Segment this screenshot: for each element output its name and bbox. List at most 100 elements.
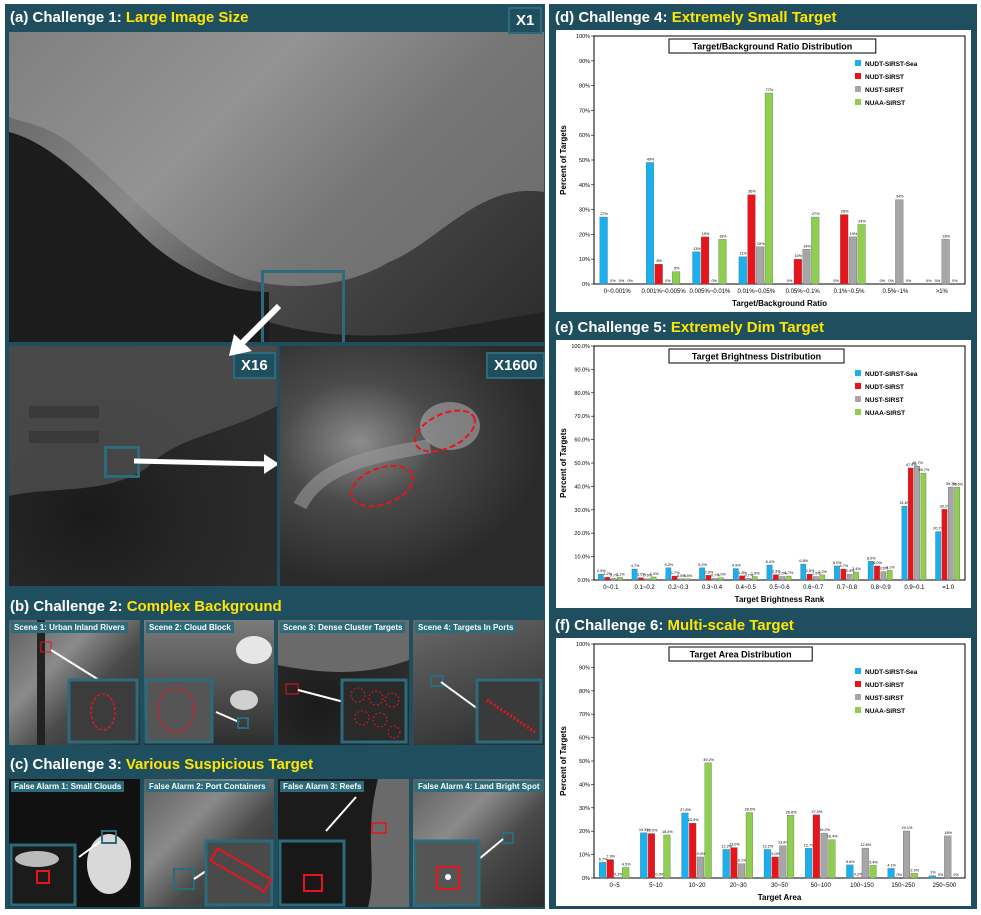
y-tick-label: 40% bbox=[579, 183, 590, 189]
bar bbox=[599, 862, 607, 879]
data-label: 39.6% bbox=[952, 482, 963, 486]
data-label: 2.2% bbox=[818, 570, 827, 574]
data-label: 19.2% bbox=[819, 828, 830, 832]
y-tick-label: 60% bbox=[579, 736, 590, 742]
x-tick-label: 0.001%~0.005% bbox=[641, 289, 686, 295]
data-label: 0% bbox=[953, 873, 959, 877]
legend-entry: NUST-SIRST bbox=[865, 397, 904, 404]
data-label: 10% bbox=[795, 254, 803, 258]
data-label: 28.0% bbox=[744, 807, 755, 811]
data-label: 18% bbox=[944, 831, 952, 835]
y-tick-label: 100% bbox=[576, 34, 590, 40]
bar bbox=[678, 578, 684, 581]
legend-entry: NUDT-SIRST-Sea bbox=[865, 371, 918, 378]
x-tick-label: 10~20 bbox=[689, 883, 707, 889]
bar bbox=[599, 216, 608, 285]
data-label: 6.0% bbox=[873, 561, 882, 565]
legend-entry: NUDT-SIRST bbox=[865, 74, 904, 81]
false-alarm-1-image bbox=[9, 779, 140, 907]
y-axis-label: Percent of Targets bbox=[559, 726, 568, 796]
y-tick-label: 20.0% bbox=[574, 531, 590, 537]
bar bbox=[696, 856, 704, 879]
bar bbox=[785, 575, 792, 581]
y-tick-label: 10.0% bbox=[574, 555, 590, 561]
data-label: 8.0% bbox=[867, 556, 876, 560]
y-tick-label: 100% bbox=[576, 642, 590, 648]
x-tick-label: 0.1%~0.5% bbox=[834, 289, 866, 295]
data-label: 0% bbox=[935, 279, 941, 283]
x-tick-label: 250~500 bbox=[933, 883, 957, 889]
bar bbox=[846, 864, 854, 879]
bar bbox=[640, 832, 648, 879]
data-label: 28% bbox=[841, 210, 849, 214]
data-label: 1.0% bbox=[717, 573, 726, 577]
x-tick-label: >1% bbox=[936, 289, 949, 295]
bar bbox=[646, 162, 655, 285]
data-label: 1.7% bbox=[785, 571, 794, 575]
data-label: 13% bbox=[693, 247, 701, 251]
x-tick-label: 0~0.001% bbox=[604, 289, 632, 295]
data-label: 9.0% bbox=[697, 852, 706, 856]
bar bbox=[920, 472, 927, 581]
data-label: 26.8% bbox=[786, 810, 797, 814]
bar bbox=[779, 576, 785, 581]
y-axis-label: Percent of Targets bbox=[559, 428, 568, 498]
data-label: 0% bbox=[787, 279, 793, 283]
bar bbox=[928, 875, 936, 879]
legend-swatch bbox=[855, 60, 861, 66]
x-axis-label: Target/Background Ratio bbox=[732, 299, 827, 308]
data-label: 14% bbox=[803, 244, 811, 248]
data-label: 5.4% bbox=[869, 860, 878, 864]
zoom-tag-x1: X1 bbox=[508, 7, 543, 34]
x-tick-label: 0.5%~1% bbox=[883, 289, 910, 295]
bar bbox=[887, 868, 895, 879]
y-tick-label: 40% bbox=[579, 782, 590, 788]
data-label: 27% bbox=[812, 212, 820, 216]
false-alarm-3-image bbox=[278, 779, 409, 907]
data-label: 48.7% bbox=[912, 461, 923, 465]
data-label: 19% bbox=[702, 232, 710, 236]
x-tick-label: 0.6~0.7 bbox=[803, 585, 824, 591]
data-label: 6.8% bbox=[799, 559, 808, 563]
y-tick-label: 60.0% bbox=[574, 438, 590, 444]
bar bbox=[722, 849, 730, 879]
x-tick-label: 150~250 bbox=[891, 883, 915, 889]
x-tick-label: 5~10 bbox=[649, 883, 663, 889]
x-tick-label: 0.1~0.2 bbox=[634, 585, 655, 591]
scene-2-label: Scene 2: Cloud Block bbox=[146, 622, 234, 633]
data-label: 1.1% bbox=[616, 572, 625, 576]
bar bbox=[840, 214, 849, 285]
x-tick-label: 0.05%~0.1% bbox=[786, 289, 821, 295]
bar bbox=[828, 839, 836, 879]
data-label: 7.9% bbox=[606, 855, 615, 859]
x-tick-label: 0.9~0.1 bbox=[904, 585, 925, 591]
x-tick-label: 0.8~0.9 bbox=[871, 585, 892, 591]
bar bbox=[848, 236, 857, 285]
bar bbox=[820, 832, 828, 879]
y-tick-label: 20% bbox=[579, 829, 590, 835]
false-alarm-4-label: False Alarm 4: Land Bright Spot bbox=[415, 781, 543, 792]
bar bbox=[756, 246, 765, 285]
data-label: 20.1% bbox=[902, 826, 913, 830]
legend-swatch bbox=[855, 409, 861, 415]
y-tick-label: 90% bbox=[579, 665, 590, 671]
bar bbox=[813, 576, 819, 581]
y-tick-label: 50.0% bbox=[574, 461, 590, 467]
bar bbox=[604, 577, 611, 581]
y-tick-label: 70% bbox=[579, 108, 590, 114]
bar bbox=[941, 509, 948, 581]
legend-entry: NUAA-SIRST bbox=[865, 410, 905, 417]
legend-swatch bbox=[855, 668, 861, 674]
data-label: 34% bbox=[896, 195, 904, 199]
legend-swatch bbox=[855, 681, 861, 687]
y-tick-label: 40.0% bbox=[574, 484, 590, 490]
bar bbox=[779, 845, 787, 879]
y-tick-label: 60% bbox=[579, 133, 590, 139]
bar bbox=[730, 847, 738, 879]
y-tick-label: 0% bbox=[582, 876, 590, 882]
bar bbox=[711, 578, 718, 581]
data-label: 0.3% bbox=[614, 872, 623, 876]
bar bbox=[910, 873, 918, 879]
data-label: 49% bbox=[647, 157, 655, 161]
data-label: 4.9% bbox=[732, 564, 741, 568]
